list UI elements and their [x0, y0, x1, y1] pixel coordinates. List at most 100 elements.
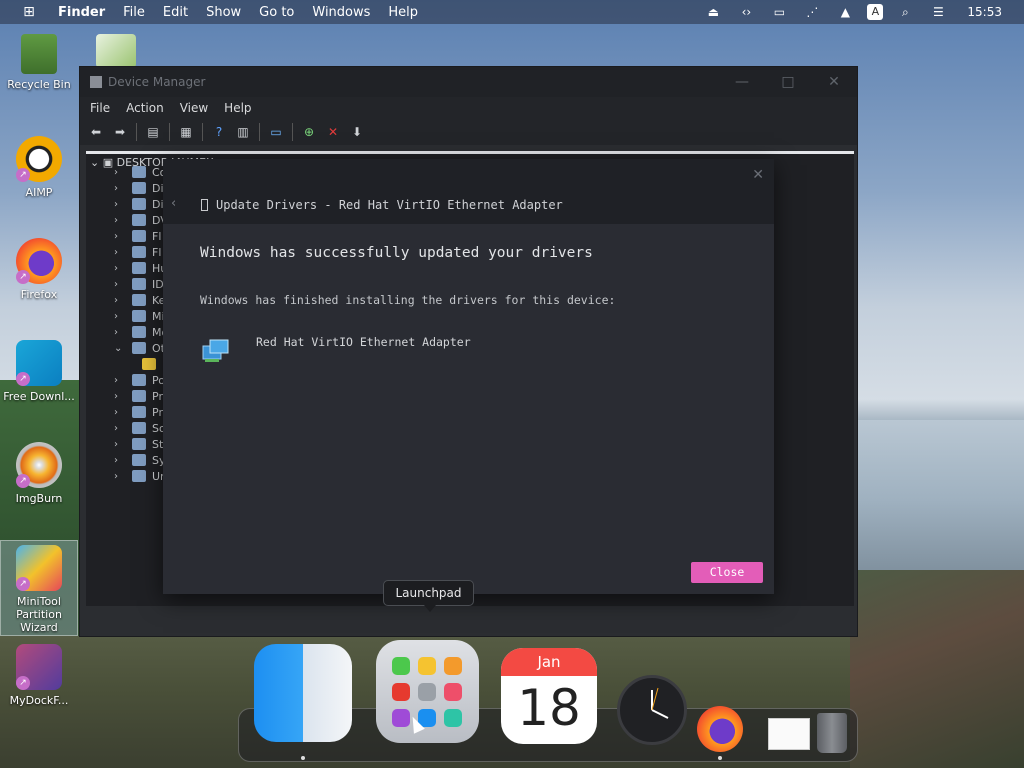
tree-item[interactable]: › St: [114, 436, 163, 452]
firefox-icon[interactable]: [697, 706, 743, 752]
tree-item[interactable]: › Fl: [114, 228, 161, 244]
window-thumbnail[interactable]: [768, 718, 810, 750]
desktop-icon-free-download[interactable]: ↗ Free Downl...: [0, 340, 78, 403]
back-icon[interactable]: ⬅: [87, 123, 105, 141]
device-manager-icon: [90, 76, 102, 88]
details-icon[interactable]: ▥: [234, 123, 252, 141]
tree-item[interactable]: › Un: [114, 468, 167, 484]
desktop-icon-label: ImgBurn: [15, 492, 63, 505]
menu-windows[interactable]: Windows: [312, 5, 370, 20]
launchpad-tooltip: Launchpad: [383, 580, 474, 612]
running-indicator: [718, 756, 722, 760]
notepad-desktop-icon[interactable]: [96, 34, 136, 68]
device-manager-titlebar[interactable]: Device Manager — □ ✕: [80, 67, 857, 97]
running-indicator: [301, 756, 305, 760]
tree-item[interactable]: › Mo: [114, 324, 168, 340]
dialog-subtext: Windows has finished installing the driv…: [200, 293, 616, 307]
desktop-icon-minitool[interactable]: ↗ MiniTool Partition Wizard: [0, 540, 78, 636]
properties-icon[interactable]: ▤: [144, 123, 162, 141]
code-icon[interactable]: ‹›: [735, 5, 757, 19]
menubar-clock[interactable]: 15:53: [967, 5, 1002, 19]
tree-item[interactable]: › Ke: [114, 292, 165, 308]
tree-item[interactable]: › Co: [114, 164, 166, 180]
calendar-icon[interactable]: Jan 18: [501, 648, 597, 744]
help-icon[interactable]: ?: [210, 123, 228, 141]
add-driver-icon[interactable]: ⊕: [300, 123, 318, 141]
window-title: Device Manager: [108, 75, 206, 89]
network-icon[interactable]: ⋰: [801, 5, 823, 19]
close-window-button[interactable]: ✕: [811, 67, 857, 97]
calendar-day: 18: [517, 679, 581, 737]
menu-help[interactable]: Help: [388, 5, 418, 20]
tree-item-unknown-device[interactable]: [142, 356, 162, 372]
search-icon[interactable]: ⌕: [894, 5, 916, 20]
device-manager-toolbar: ⬅ ➡ ▤ ▦ ? ▥ ▭ ⊕ ✕ ⬇: [80, 119, 857, 145]
tree-item[interactable]: › DV: [114, 212, 168, 228]
tree-item[interactable]: › Di: [114, 180, 164, 196]
tree-item[interactable]: › ID: [114, 276, 164, 292]
menu-goto[interactable]: Go to: [259, 5, 294, 20]
control-center-icon[interactable]: ☰: [927, 5, 949, 19]
launchpad-icon[interactable]: [376, 640, 479, 743]
tree-item-other-devices[interactable]: ⌄ Ot: [114, 340, 165, 356]
aimp-icon: ↗: [16, 136, 62, 182]
tree-item[interactable]: › So: [114, 420, 166, 436]
tree-item[interactable]: › Pr: [114, 404, 163, 420]
menu-edit[interactable]: Edit: [163, 5, 188, 20]
minimize-button[interactable]: —: [719, 67, 765, 97]
update-drivers-dialog: ✕ ‹ Update Drivers - Red Hat VirtIO Ethe…: [163, 159, 774, 594]
tree-item[interactable]: › Mi: [114, 308, 165, 324]
eject-icon[interactable]: ⏏: [702, 5, 724, 19]
menu-show[interactable]: Show: [206, 5, 241, 20]
menu-file[interactable]: File: [123, 5, 145, 20]
windows-logo-icon[interactable]: ⊞: [14, 4, 44, 20]
maximize-button[interactable]: □: [765, 67, 811, 97]
tree-item[interactable]: › Po: [114, 372, 165, 388]
tree-item[interactable]: › Hu: [114, 260, 167, 276]
menubar-tray: ⏏ ‹› ▭ ⋰ ▲ A ⌕ ☰ 15:53: [691, 0, 1024, 24]
menu-file[interactable]: File: [90, 101, 110, 115]
menu-view[interactable]: View: [180, 101, 208, 115]
monitor-icon[interactable]: ▭: [768, 5, 790, 19]
tree-item[interactable]: › Sy: [114, 452, 166, 468]
menu-app-finder[interactable]: Finder: [58, 5, 105, 20]
finder-icon[interactable]: [254, 644, 352, 742]
tree-item[interactable]: › Pr: [114, 388, 163, 404]
back-arrow-icon[interactable]: ‹: [171, 196, 176, 211]
desktop-icon-label: MiniTool Partition Wizard: [16, 595, 62, 634]
dialog-heading: Windows has successfully updated your dr…: [200, 245, 593, 261]
device-manager-menubar: File Action View Help: [80, 97, 857, 119]
network-adapter-icon: [202, 339, 229, 362]
trash-icon[interactable]: [817, 713, 847, 753]
mydock-icon: ↗: [16, 644, 62, 690]
close-button[interactable]: Close: [691, 562, 763, 583]
keyboard-a-icon[interactable]: A: [867, 4, 884, 20]
tree-item[interactable]: › Di: [114, 196, 164, 212]
desktop-icon-aimp[interactable]: ↗ AIMP: [0, 136, 78, 199]
menu-help[interactable]: Help: [224, 101, 251, 115]
tree-item[interactable]: › Fl: [114, 244, 161, 260]
upload-icon[interactable]: ▲: [834, 5, 856, 19]
device-icon: [201, 199, 208, 211]
desktop-icon-firefox[interactable]: ↗ Firefox: [0, 238, 78, 301]
menu-action[interactable]: Action: [126, 101, 164, 115]
desktop-icon-imgburn[interactable]: ↗ ImgBurn: [0, 442, 78, 505]
forward-icon[interactable]: ➡: [111, 123, 129, 141]
menubar: ⊞ Finder File Edit Show Go to Windows He…: [0, 0, 1024, 24]
dialog-title: Update Drivers - Red Hat VirtIO Ethernet…: [201, 198, 563, 212]
desktop-icon-label: AIMP: [25, 186, 53, 199]
scan-hardware-icon[interactable]: ▭: [267, 123, 285, 141]
uninstall-icon[interactable]: ✕: [324, 123, 342, 141]
desktop-icon-mydock[interactable]: ↗ MyDockF...: [0, 644, 78, 707]
free-download-icon: ↗: [16, 340, 62, 386]
list-icon[interactable]: ▦: [177, 123, 195, 141]
dialog-close-icon[interactable]: ✕: [752, 167, 764, 183]
desktop-icon-recycle-bin[interactable]: Recycle Bin: [0, 34, 78, 91]
clock-icon[interactable]: [617, 675, 687, 745]
dialog-header: ✕ ‹ Update Drivers - Red Hat VirtIO Ethe…: [163, 159, 774, 224]
recycle-bin-icon: [21, 34, 57, 74]
update-driver-icon[interactable]: ⬇: [348, 123, 366, 141]
desktop-icon-label: Recycle Bin: [7, 78, 71, 91]
desktop-icon-label: Firefox: [20, 288, 58, 301]
device-name: Red Hat VirtIO Ethernet Adapter: [256, 335, 471, 349]
